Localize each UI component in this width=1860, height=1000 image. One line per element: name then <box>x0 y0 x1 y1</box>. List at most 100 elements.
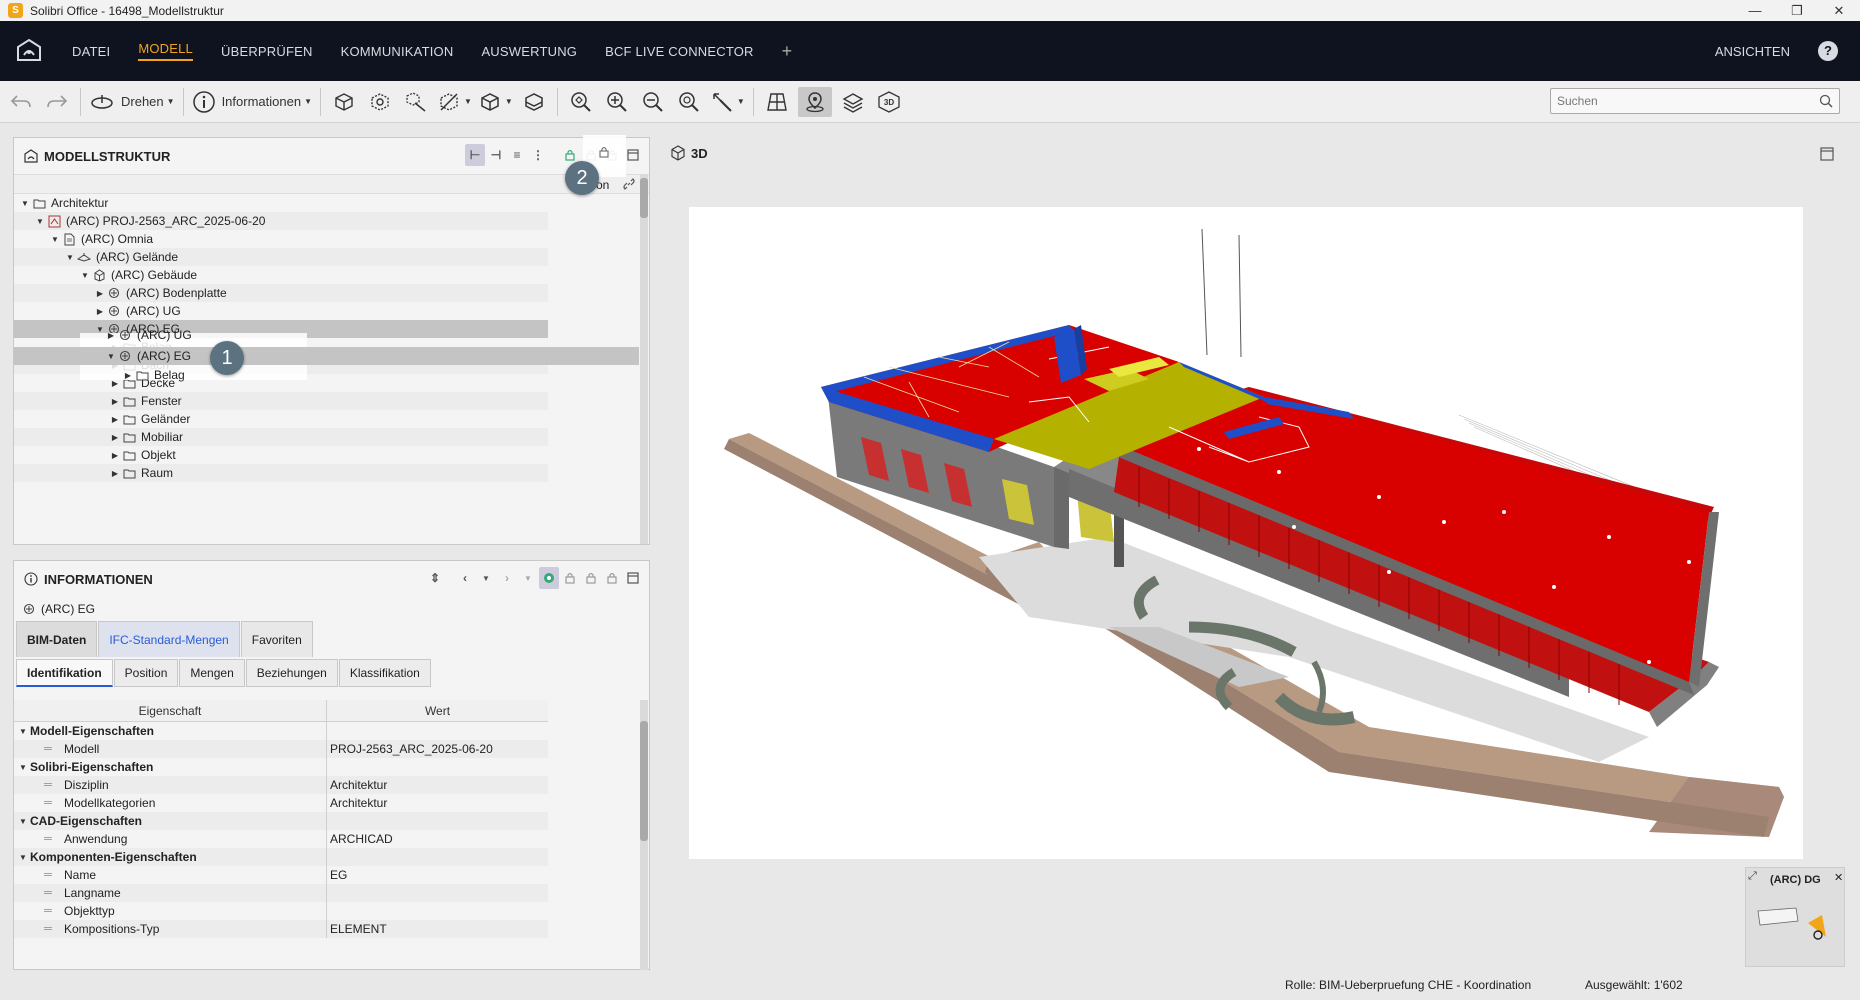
expand-arrow-icon[interactable]: ▶ <box>108 451 122 460</box>
lock-highlighted-icon-overlay[interactable] <box>598 146 610 161</box>
zoom-to-fit-icon[interactable] <box>566 87 596 117</box>
tree-expand-icon[interactable]: ⊣ <box>486 144 506 166</box>
collapse-arrow-icon[interactable]: ▼ <box>18 199 32 208</box>
close-minimap-icon[interactable]: ✕ <box>1834 871 1843 884</box>
home-icon[interactable] <box>14 36 44 66</box>
property-group-row[interactable]: ▼ Komponenten-Eigenschaften <box>14 848 548 866</box>
close-window-button[interactable]: ✕ <box>1818 0 1860 21</box>
menu-ueberpruefen[interactable]: ÜBERPRÜFEN <box>221 44 313 59</box>
tree-row-above-overlay[interactable]: ▶ (ARC) UG <box>104 326 192 344</box>
back-icon[interactable]: ‹ <box>455 567 475 589</box>
property-row[interactable]: ═ Objekttyp <box>14 902 548 920</box>
tab-mengen[interactable]: Mengen <box>179 659 245 687</box>
information-dropdown[interactable]: Informationen ▼ <box>192 87 312 117</box>
lock-icon[interactable] <box>581 567 601 589</box>
undo-icon[interactable] <box>6 87 36 117</box>
column-header-property[interactable]: Eigenschaft <box>14 700 327 721</box>
zoom-selected-icon[interactable] <box>674 87 704 117</box>
forward-dropdown-icon[interactable]: ▼ <box>518 567 538 589</box>
tree-options-icon[interactable]: ⋮ <box>528 144 548 166</box>
history-dropdown-icon[interactable]: ▼ <box>476 567 496 589</box>
lock-alt-icon[interactable] <box>602 567 622 589</box>
rotate-dropdown[interactable]: Drehen ▼ <box>89 87 175 117</box>
tab-position[interactable]: Position <box>113 659 179 687</box>
restore-button[interactable]: ❐ <box>1776 0 1818 21</box>
expand-arrow-icon[interactable]: ▶ <box>108 433 122 442</box>
property-row[interactable]: ═ Langname <box>14 884 548 902</box>
menu-auswertung[interactable]: AUSWERTUNG <box>481 44 577 59</box>
expand-minimap-icon[interactable]: ⤢ <box>1748 870 1757 883</box>
building-model-render[interactable] <box>689 207 1803 859</box>
collapse-arrow-icon[interactable]: ▼ <box>63 253 77 262</box>
property-group-row[interactable]: ▼ CAD-Eigenschaften <box>14 812 548 830</box>
collapse-arrow-icon[interactable]: ▼ <box>16 763 30 772</box>
tab-beziehungen[interactable]: Beziehungen <box>245 659 338 687</box>
show-all-components-icon[interactable] <box>329 87 359 117</box>
3d-view-icon[interactable]: 3D <box>874 87 904 117</box>
tree-filter-icon[interactable]: ≡ <box>507 144 527 166</box>
hide-components-icon[interactable] <box>365 87 395 117</box>
menu-modell[interactable]: MODELL <box>138 41 193 61</box>
property-group-row[interactable]: ▼ Solibri-Eigenschaften <box>14 758 548 776</box>
property-group-row[interactable]: ▼ Modell-Eigenschaften <box>14 722 548 740</box>
tab-bim-daten[interactable]: BIM-Daten <box>16 621 98 657</box>
tree-scrollbar-thumb[interactable] <box>640 178 648 218</box>
expand-arrow-icon[interactable]: ▶ <box>93 307 107 316</box>
forward-icon[interactable]: › <box>497 567 517 589</box>
collapse-arrow-icon[interactable]: ▼ <box>16 853 30 862</box>
floor-plan-icon[interactable] <box>762 87 792 117</box>
menu-kommunikation[interactable]: KOMMUNIKATION <box>341 44 454 59</box>
expand-arrow-icon[interactable]: ▶ <box>104 331 118 340</box>
panel-layout-icon[interactable] <box>623 567 643 589</box>
tab-klassifikation[interactable]: Klassifikation <box>338 659 431 687</box>
tree-row[interactable]: ▼ (ARC) Omnia <box>14 230 548 248</box>
tree-row[interactable]: ▶ Fenster <box>14 392 548 410</box>
menu-bcf-live-connector[interactable]: BCF LIVE CONNECTOR <box>605 44 754 59</box>
menu-datei[interactable]: DATEI <box>72 44 110 59</box>
tree-row[interactable]: ▼ (ARC) PROJ-2563_ARC_2025-06-20 <box>14 212 548 230</box>
expand-arrow-icon[interactable]: ▼ <box>104 352 118 361</box>
lock-green-icon[interactable] <box>560 567 580 589</box>
panel-layout-icon[interactable] <box>623 144 643 166</box>
collapse-arrow-icon[interactable]: ▼ <box>16 727 30 736</box>
tree-row[interactable]: ▶ (ARC) UG <box>14 302 548 320</box>
help-icon[interactable]: ? <box>1818 41 1838 61</box>
expand-arrow-icon[interactable]: ▶ <box>93 289 107 298</box>
expand-arrow-icon[interactable]: ▶ <box>121 371 135 380</box>
collapse-arrow-icon[interactable]: ▼ <box>33 217 47 226</box>
property-row[interactable]: ═ Modell PROJ-2563_ARC_2025-06-20 <box>14 740 548 758</box>
tab-ifc-standard-mengen[interactable]: IFC-Standard-Mengen <box>98 621 240 657</box>
add-tab-button[interactable]: + <box>782 41 793 62</box>
minimap-panel[interactable]: ⤢ (ARC) DG ✕ <box>1745 867 1845 967</box>
tree-row-below-overlay[interactable]: ▶ Belag <box>121 366 185 384</box>
link-icon[interactable] <box>622 177 636 194</box>
section-box-icon[interactable] <box>519 87 549 117</box>
property-row[interactable]: ═ Anwendung ARCHICAD <box>14 830 548 848</box>
property-row[interactable]: ═ Kompositions-Typ ELEMENT <box>14 920 548 938</box>
property-row[interactable]: ═ Disziplin Architektur <box>14 776 548 794</box>
3d-viewport[interactable] <box>689 207 1803 859</box>
tree-row[interactable]: ▶ Mobiliar <box>14 428 548 446</box>
view-cube-icon[interactable]: ▼ <box>478 87 513 117</box>
tree-row[interactable]: ▼ (ARC) Gebäude <box>14 266 548 284</box>
zoom-out-icon[interactable] <box>638 87 668 117</box>
tab-identifikation[interactable]: Identifikation <box>16 659 113 687</box>
location-marker-icon[interactable] <box>797 86 832 117</box>
tree-row[interactable]: ▶ (ARC) Bodenplatte <box>14 284 548 302</box>
collapse-arrow-icon[interactable]: ▼ <box>78 271 92 280</box>
collapse-arrow-icon[interactable]: ▼ <box>16 817 30 826</box>
tree-row[interactable]: ▶ Geländer <box>14 410 548 428</box>
zoom-in-icon[interactable] <box>602 87 632 117</box>
sort-icon[interactable]: ⇕ <box>425 567 445 589</box>
tree-row[interactable]: ▼ Architektur <box>14 194 548 212</box>
select-tool-icon[interactable]: ▼ <box>710 87 745 117</box>
layers-icon[interactable] <box>838 87 868 117</box>
property-row[interactable]: ═ Name EG <box>14 866 548 884</box>
sync-selection-icon[interactable] <box>539 567 559 589</box>
expand-arrow-icon[interactable]: ▶ <box>108 415 122 424</box>
properties-scrollbar-thumb[interactable] <box>640 721 648 841</box>
view3d-layout-icon[interactable] <box>1820 147 1834 164</box>
search-input[interactable]: Suchen <box>1550 88 1840 114</box>
minimize-button[interactable]: — <box>1734 0 1776 21</box>
tree-scrollbar[interactable] <box>640 174 648 544</box>
